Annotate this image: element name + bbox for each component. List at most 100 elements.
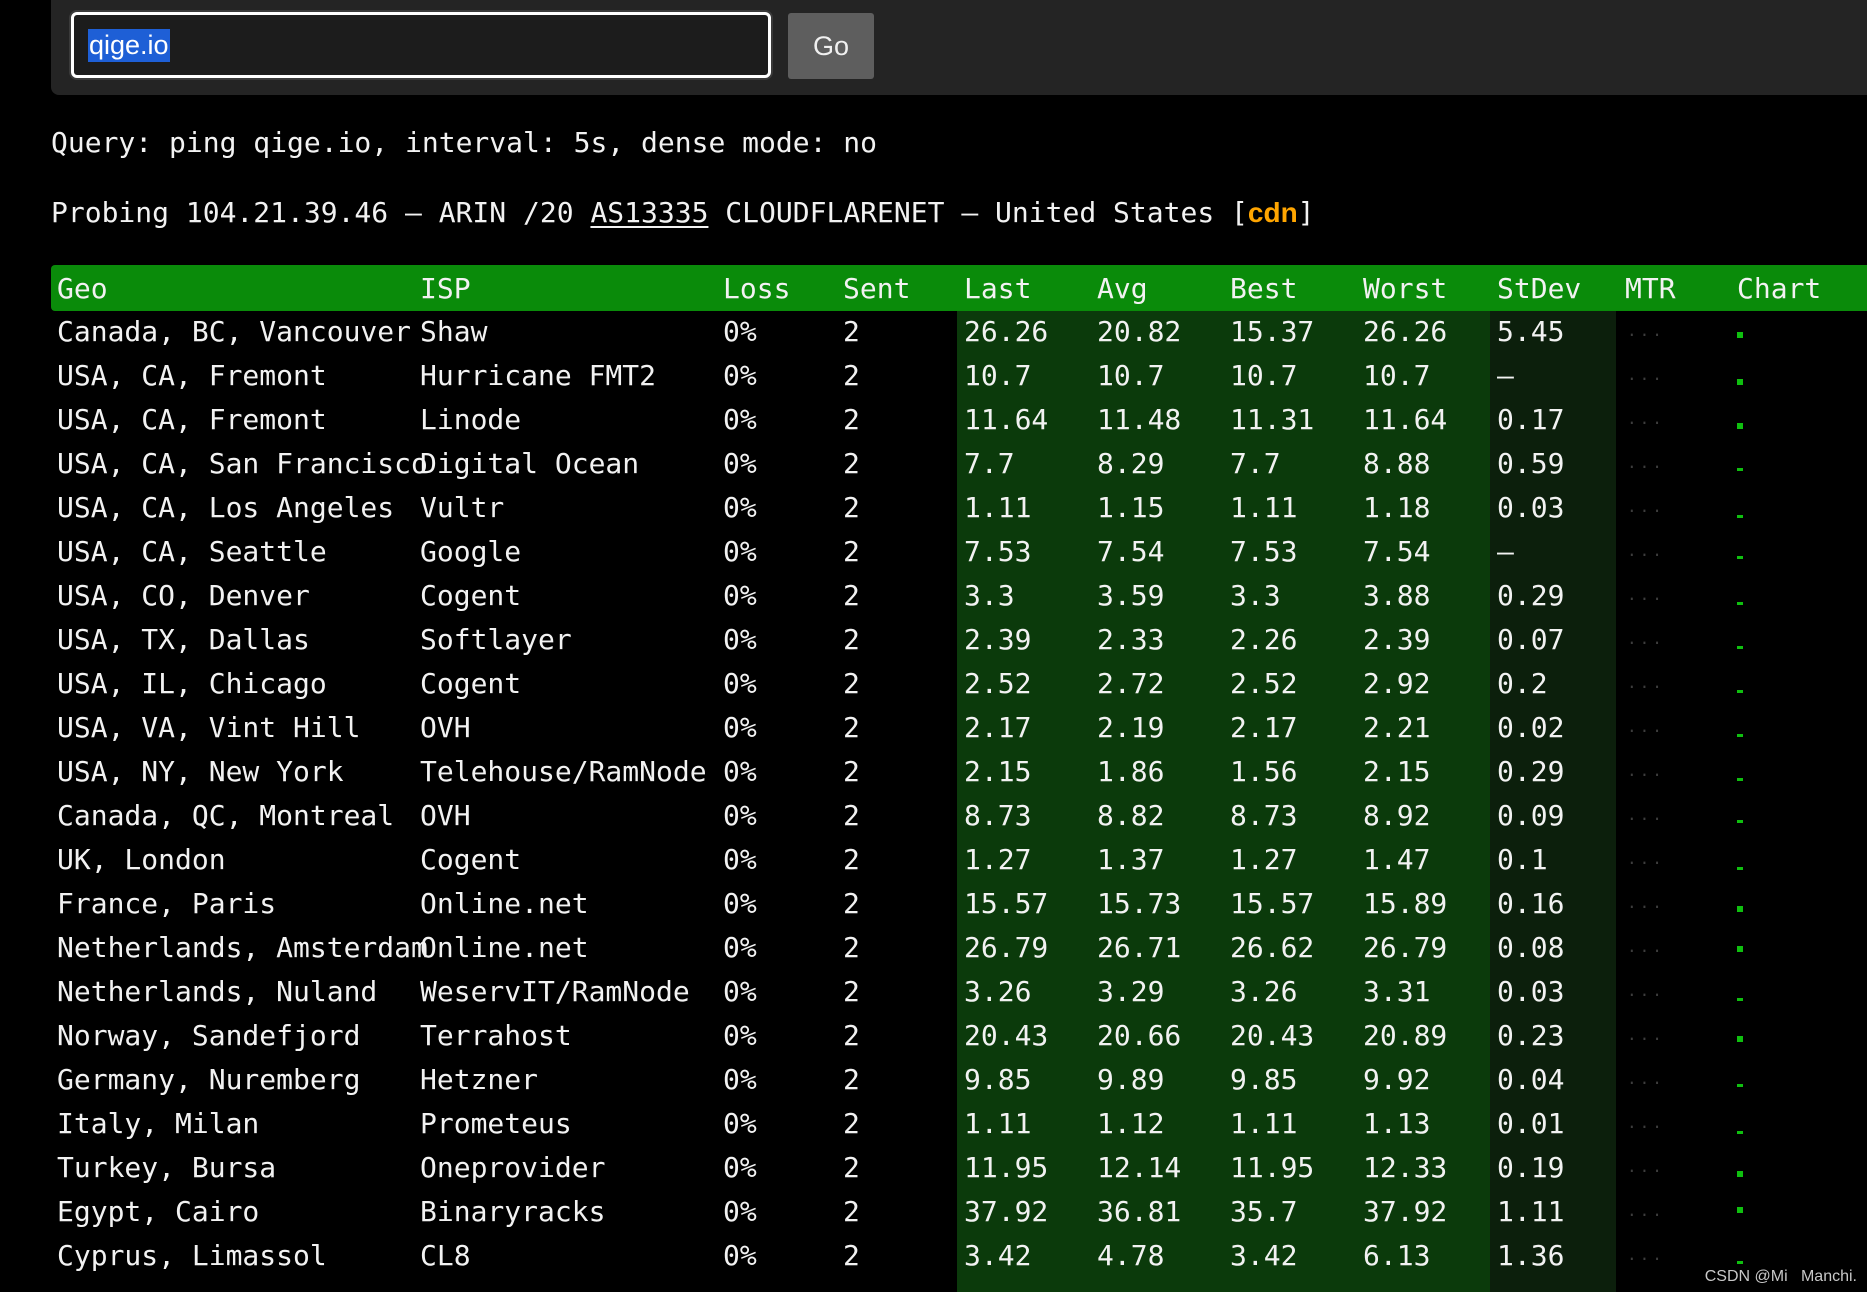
cell-sent: 2 (843, 315, 860, 348)
mtr-link[interactable]: ... (1627, 585, 1665, 604)
cell-loss: 0% (723, 799, 757, 832)
cell-worst: 37.92 (1363, 1195, 1448, 1228)
cell-geo: USA, CA, Seattle (57, 535, 327, 568)
cell-geo: Canada, QC, Montreal (57, 799, 395, 832)
cell-loss: 0% (723, 1239, 757, 1272)
col-header-worst: Worst (1363, 272, 1448, 305)
cell-isp: Prometeus (420, 1107, 572, 1140)
query-summary: Query: ping qige.io, interval: 5s, dense… (51, 126, 878, 159)
results-table: Geo ISP Loss Sent Last Avg Best Worst St… (51, 265, 1867, 1292)
latency-chart-mark (1737, 1084, 1743, 1087)
cell-isp: Hurricane FMT2 (420, 359, 657, 392)
cell-avg: 11.48 (1097, 403, 1182, 436)
mtr-link[interactable]: ... (1627, 365, 1665, 384)
cell-sent: 2 (843, 1151, 860, 1184)
cell-sent: 2 (843, 359, 860, 392)
cell-avg: 9.89 (1097, 1063, 1165, 1096)
col-header-mtr: MTR (1625, 272, 1676, 305)
host-input[interactable]: qige.io (71, 12, 771, 78)
cell-stdev: 0.01 (1497, 1107, 1565, 1140)
latency-chart-mark (1737, 998, 1743, 1001)
cell-worst: 2.15 (1363, 755, 1431, 788)
table-row: Canada, BC, Vancouver Shaw 0% 2 26.26 20.82 15… (51, 309, 1867, 353)
mtr-link[interactable]: ... (1627, 1201, 1665, 1220)
cell-best: 26.62 (1230, 931, 1315, 964)
cell-avg: 3.29 (1097, 975, 1165, 1008)
table-row: USA, CA, San Francisco Digital Ocean 0% 2 7.… (51, 441, 1867, 485)
mtr-link[interactable]: ... (1627, 893, 1665, 912)
mtr-link[interactable]: ... (1627, 849, 1665, 868)
cell-loss: 0% (723, 755, 757, 788)
table-row: USA, CA, Seattle Google 0% 2 7.53 7.54 7.53 7.5… (51, 529, 1867, 573)
cell-avg: 8.82 (1097, 799, 1165, 832)
mtr-link[interactable]: ... (1627, 1025, 1665, 1044)
mtr-link[interactable]: ... (1627, 937, 1665, 956)
cell-worst: 12.33 (1363, 1151, 1448, 1184)
cell-sent: 2 (843, 755, 860, 788)
table-row: UK, London Cogent 0% 2 1.27 1.37 1.27 1.47 0.1..… (51, 837, 1867, 881)
cell-geo: Netherlands, Amsterdam (57, 931, 428, 964)
mtr-link[interactable]: ... (1627, 453, 1665, 472)
cell-loss: 0% (723, 667, 757, 700)
mtr-link[interactable]: ... (1627, 981, 1665, 1000)
cell-best: 10.7 (1230, 359, 1298, 392)
cell-sent: 2 (843, 1195, 860, 1228)
go-button[interactable]: Go (788, 13, 874, 79)
cell-stdev: 0.17 (1497, 403, 1565, 436)
cell-stdev: 0.19 (1497, 1151, 1565, 1184)
table-row: Turkey, Bursa Oneprovider 0% 2 11.95 12.14 11.… (51, 1145, 1867, 1189)
cell-sent: 2 (843, 491, 860, 524)
cell-isp: Telehouse/RamNode (420, 755, 707, 788)
cell-loss: 0% (723, 403, 757, 436)
cell-loss: 0% (723, 623, 757, 656)
mtr-link[interactable]: ... (1627, 1069, 1665, 1088)
mtr-link[interactable]: ... (1627, 717, 1665, 736)
table-row: Norway, Sandefjord Terrahost 0% 2 20.43 20.66… (51, 1013, 1867, 1057)
mtr-link[interactable]: ... (1627, 1157, 1665, 1176)
latency-chart-mark (1737, 946, 1743, 952)
mtr-link[interactable]: ... (1627, 321, 1665, 340)
mtr-link[interactable]: ... (1627, 629, 1665, 648)
cell-last: 2.17 (964, 711, 1032, 744)
mtr-link[interactable]: ... (1627, 1245, 1665, 1264)
cell-geo: USA, CA, Los Angeles (57, 491, 395, 524)
cell-avg: 1.37 (1097, 843, 1165, 876)
cell-avg: 1.15 (1097, 491, 1165, 524)
cell-loss: 0% (723, 1019, 757, 1052)
cell-avg: 4.78 (1097, 1239, 1165, 1272)
mtr-link[interactable]: ... (1627, 673, 1665, 692)
cell-isp: OVH (420, 711, 471, 744)
cell-geo: USA, CO, Denver (57, 579, 310, 612)
cell-sent: 2 (843, 931, 860, 964)
mtr-link[interactable]: ... (1627, 1113, 1665, 1132)
probe-prefix: Probing 104.21.39.46 — ARIN /20 (51, 196, 591, 229)
table-row: USA, IL, Chicago Cogent 0% 2 2.52 2.72 2.52 2.9… (51, 661, 1867, 705)
asn-link[interactable]: AS13335 (590, 196, 708, 229)
mtr-link[interactable]: ... (1627, 409, 1665, 428)
cell-isp: Online.net (420, 931, 589, 964)
cell-last: 11.64 (964, 403, 1049, 436)
table-row: USA, CO, Denver Cogent 0% 2 3.3 3.59 3.3 3.88 0.… (51, 573, 1867, 617)
cell-isp: Google (420, 535, 522, 568)
cell-last: 15.57 (964, 887, 1049, 920)
cell-worst: 10.7 (1363, 359, 1431, 392)
cell-geo: France, Paris (57, 887, 277, 920)
cell-best: 2.17 (1230, 711, 1298, 744)
cell-loss: 0% (723, 1107, 757, 1140)
mtr-link[interactable]: ... (1627, 805, 1665, 824)
cell-isp: CL8 (420, 1239, 471, 1272)
cell-sent: 2 (843, 711, 860, 744)
cell-avg: 1.12 (1097, 1107, 1165, 1140)
cell-geo: Egypt, Cairo (57, 1195, 260, 1228)
mtr-link[interactable]: ... (1627, 541, 1665, 560)
latency-chart-mark (1737, 1261, 1743, 1264)
cell-stdev: 0.23 (1497, 1019, 1565, 1052)
mtr-link[interactable]: ... (1627, 761, 1665, 780)
cell-last: 11.95 (964, 1151, 1049, 1184)
cell-stdev: 0.03 (1497, 491, 1565, 524)
cell-isp: Online.net (420, 887, 589, 920)
cell-best: 11.95 (1230, 1151, 1315, 1184)
cell-stdev: 0.1 (1497, 843, 1548, 876)
mtr-link[interactable]: ... (1627, 497, 1665, 516)
cell-stdev: — (1497, 359, 1514, 392)
